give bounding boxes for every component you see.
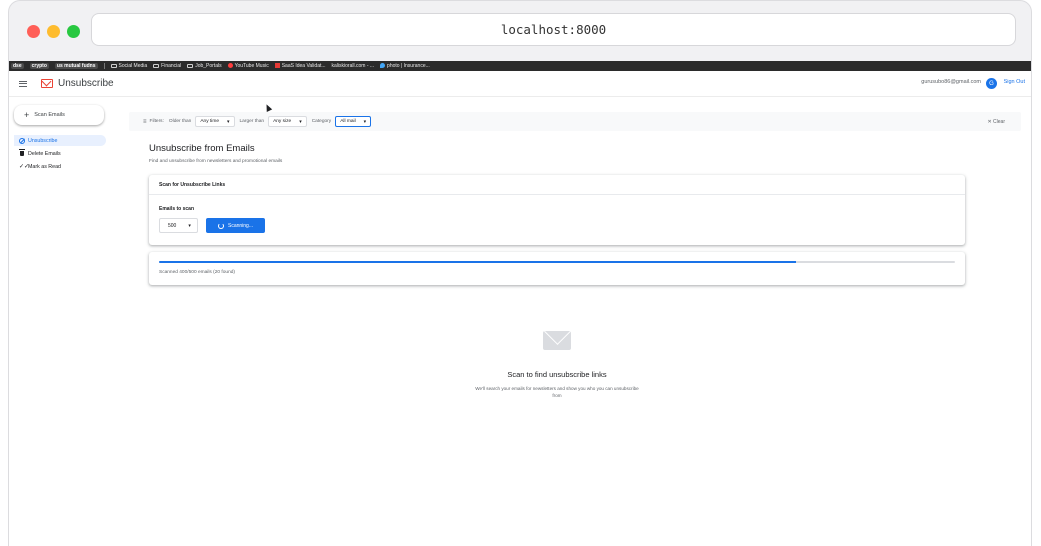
bookmark-crypto[interactable]: crypto xyxy=(29,63,49,69)
bookmark-social-media[interactable]: Social Media xyxy=(110,63,148,69)
sidebar-item-delete-emails[interactable]: Delete Emails xyxy=(14,148,106,159)
minimize-window-button[interactable] xyxy=(47,25,60,38)
bookmark-insurance[interactable]: photo | Insurance... xyxy=(380,63,430,69)
older-than-value: Any time xyxy=(200,119,219,124)
sidebar-item-unsubscribe[interactable]: Unsubscribe xyxy=(14,135,106,146)
url-text: localhost:8000 xyxy=(500,22,607,37)
filter-icon: ≡ xyxy=(143,118,147,125)
email-count-value: 500 xyxy=(168,222,177,229)
page-title: Unsubscribe from Emails xyxy=(149,143,255,154)
chevron-down-icon: ▾ xyxy=(363,118,367,125)
app-header: Unsubscribe gurusubo86@gmail.com G Sign … xyxy=(9,71,1031,97)
bookmark-label: Job_Portals xyxy=(195,63,222,69)
bookmarks-bar: dse crypto us mutual fudns Social Media … xyxy=(9,61,1031,71)
empty-state-subtitle: We'll search your emails for newsletters… xyxy=(475,386,639,398)
scan-emails-button[interactable]: + Scan Emails xyxy=(14,105,104,125)
bookmark-label: Social Media xyxy=(118,63,148,69)
page-viewport: dse crypto us mutual fudns Social Media … xyxy=(9,61,1031,546)
sign-out-link[interactable]: Sign Out xyxy=(1004,79,1025,85)
pdf-icon xyxy=(274,63,280,69)
scan-card: Scan for Unsubscribe Links Emails to sca… xyxy=(149,175,965,245)
sidebar-item-mark-as-read[interactable]: ✓✓ Mark as Read xyxy=(14,161,106,172)
page-subtitle: Find and unsubscribe from newsletters an… xyxy=(149,159,283,164)
bookmark-youtube-music[interactable]: YouTube Music xyxy=(227,63,269,69)
older-than-select[interactable]: Any time ▾ xyxy=(195,116,235,127)
category-select[interactable]: All mail ▾ xyxy=(335,116,372,127)
bookmark-saas-idea[interactable]: SaaS Idea Validat... xyxy=(274,63,326,69)
bookmark-financial[interactable]: Financial xyxy=(153,63,181,69)
sidebar-item-label: Delete Emails xyxy=(28,150,61,157)
scan-card-heading: Scan for Unsubscribe Links xyxy=(149,175,965,195)
empty-state-title: Scan to find unsubscribe links xyxy=(507,370,607,379)
chevron-down-icon: ▾ xyxy=(299,118,302,125)
maximize-window-button[interactable] xyxy=(67,25,80,38)
close-window-button[interactable] xyxy=(27,25,40,38)
youtube-icon xyxy=(227,63,233,69)
bookmark-site[interactable]: kaliskiorall.com - ... xyxy=(332,63,375,69)
bookmark-dse[interactable]: dse xyxy=(11,63,24,69)
clear-filters-button[interactable]: ✕ Clear xyxy=(987,119,1005,125)
chevron-down-icon: ▾ xyxy=(227,118,230,125)
progress-bar xyxy=(159,261,955,263)
bookmark-label: YouTube Music xyxy=(234,63,269,69)
avatar[interactable]: G xyxy=(986,78,997,89)
bookmark-us-mutual-funds[interactable]: us mutual fudns xyxy=(54,63,98,69)
clear-label: Clear xyxy=(993,118,1005,125)
sidebar: + Scan Emails Unsubscribe Delete Emails … xyxy=(9,97,119,546)
unsubscribe-icon xyxy=(19,137,25,144)
bookmark-job-portals[interactable]: Job_Portals xyxy=(187,63,222,69)
progress-card: Scanned 400/500 emails (20 found) xyxy=(149,252,965,285)
browser-window: localhost:8000 dse crypto us mutual fudn… xyxy=(8,0,1032,546)
bookmark-label: kaliskiorall.com - ... xyxy=(331,63,375,69)
larger-than-value: Any size xyxy=(273,119,292,124)
folder-icon xyxy=(110,63,117,68)
filters-label: Filters: xyxy=(149,119,164,124)
menu-icon[interactable] xyxy=(19,80,27,87)
trash-icon xyxy=(19,149,25,156)
progress-bar-fill xyxy=(159,261,796,263)
address-bar[interactable]: localhost:8000 xyxy=(91,13,1016,46)
emails-to-scan-label: Emails to scan xyxy=(159,206,195,212)
older-than-label: Older than xyxy=(168,119,192,124)
larger-than-select[interactable]: Any size ▾ xyxy=(268,116,307,127)
drop-icon xyxy=(380,63,386,69)
avatar-letter: G xyxy=(989,80,994,87)
scan-button[interactable]: Scanning... xyxy=(206,218,265,233)
scan-emails-label: Scan Emails xyxy=(34,112,65,118)
email-count-select[interactable]: 500 ▾ xyxy=(159,218,198,233)
folder-icon xyxy=(153,63,160,68)
bookmark-label: SaaS Idea Validat... xyxy=(281,63,326,69)
larger-than-label: Larger than xyxy=(239,119,265,124)
folder-icon xyxy=(187,63,194,68)
bookmark-label: photo | Insurance... xyxy=(387,63,430,69)
category-value: All mail xyxy=(340,119,356,124)
bookmark-separator xyxy=(103,63,105,69)
spinner-icon xyxy=(217,222,224,229)
chevron-down-icon: ▾ xyxy=(188,222,191,229)
bookmark-label: Financial xyxy=(161,63,182,69)
app-title: Unsubscribe xyxy=(58,78,114,89)
scan-button-label: Scanning... xyxy=(227,222,254,229)
sidebar-item-label: Unsubscribe xyxy=(28,137,58,144)
filter-bar: ≡ Filters: Older than Any time ▾ Larger t… xyxy=(129,112,1021,131)
plus-icon: + xyxy=(24,110,30,120)
category-label: Category xyxy=(311,119,332,124)
mouse-cursor xyxy=(263,103,273,112)
sidebar-item-label: Mark as Read xyxy=(28,163,61,170)
mail-icon xyxy=(543,331,571,350)
progress-status: Scanned 400/500 emails (20 found) xyxy=(159,270,236,275)
user-email: gurusubo86@gmail.com xyxy=(921,79,981,85)
mail-logo-icon xyxy=(41,79,53,88)
